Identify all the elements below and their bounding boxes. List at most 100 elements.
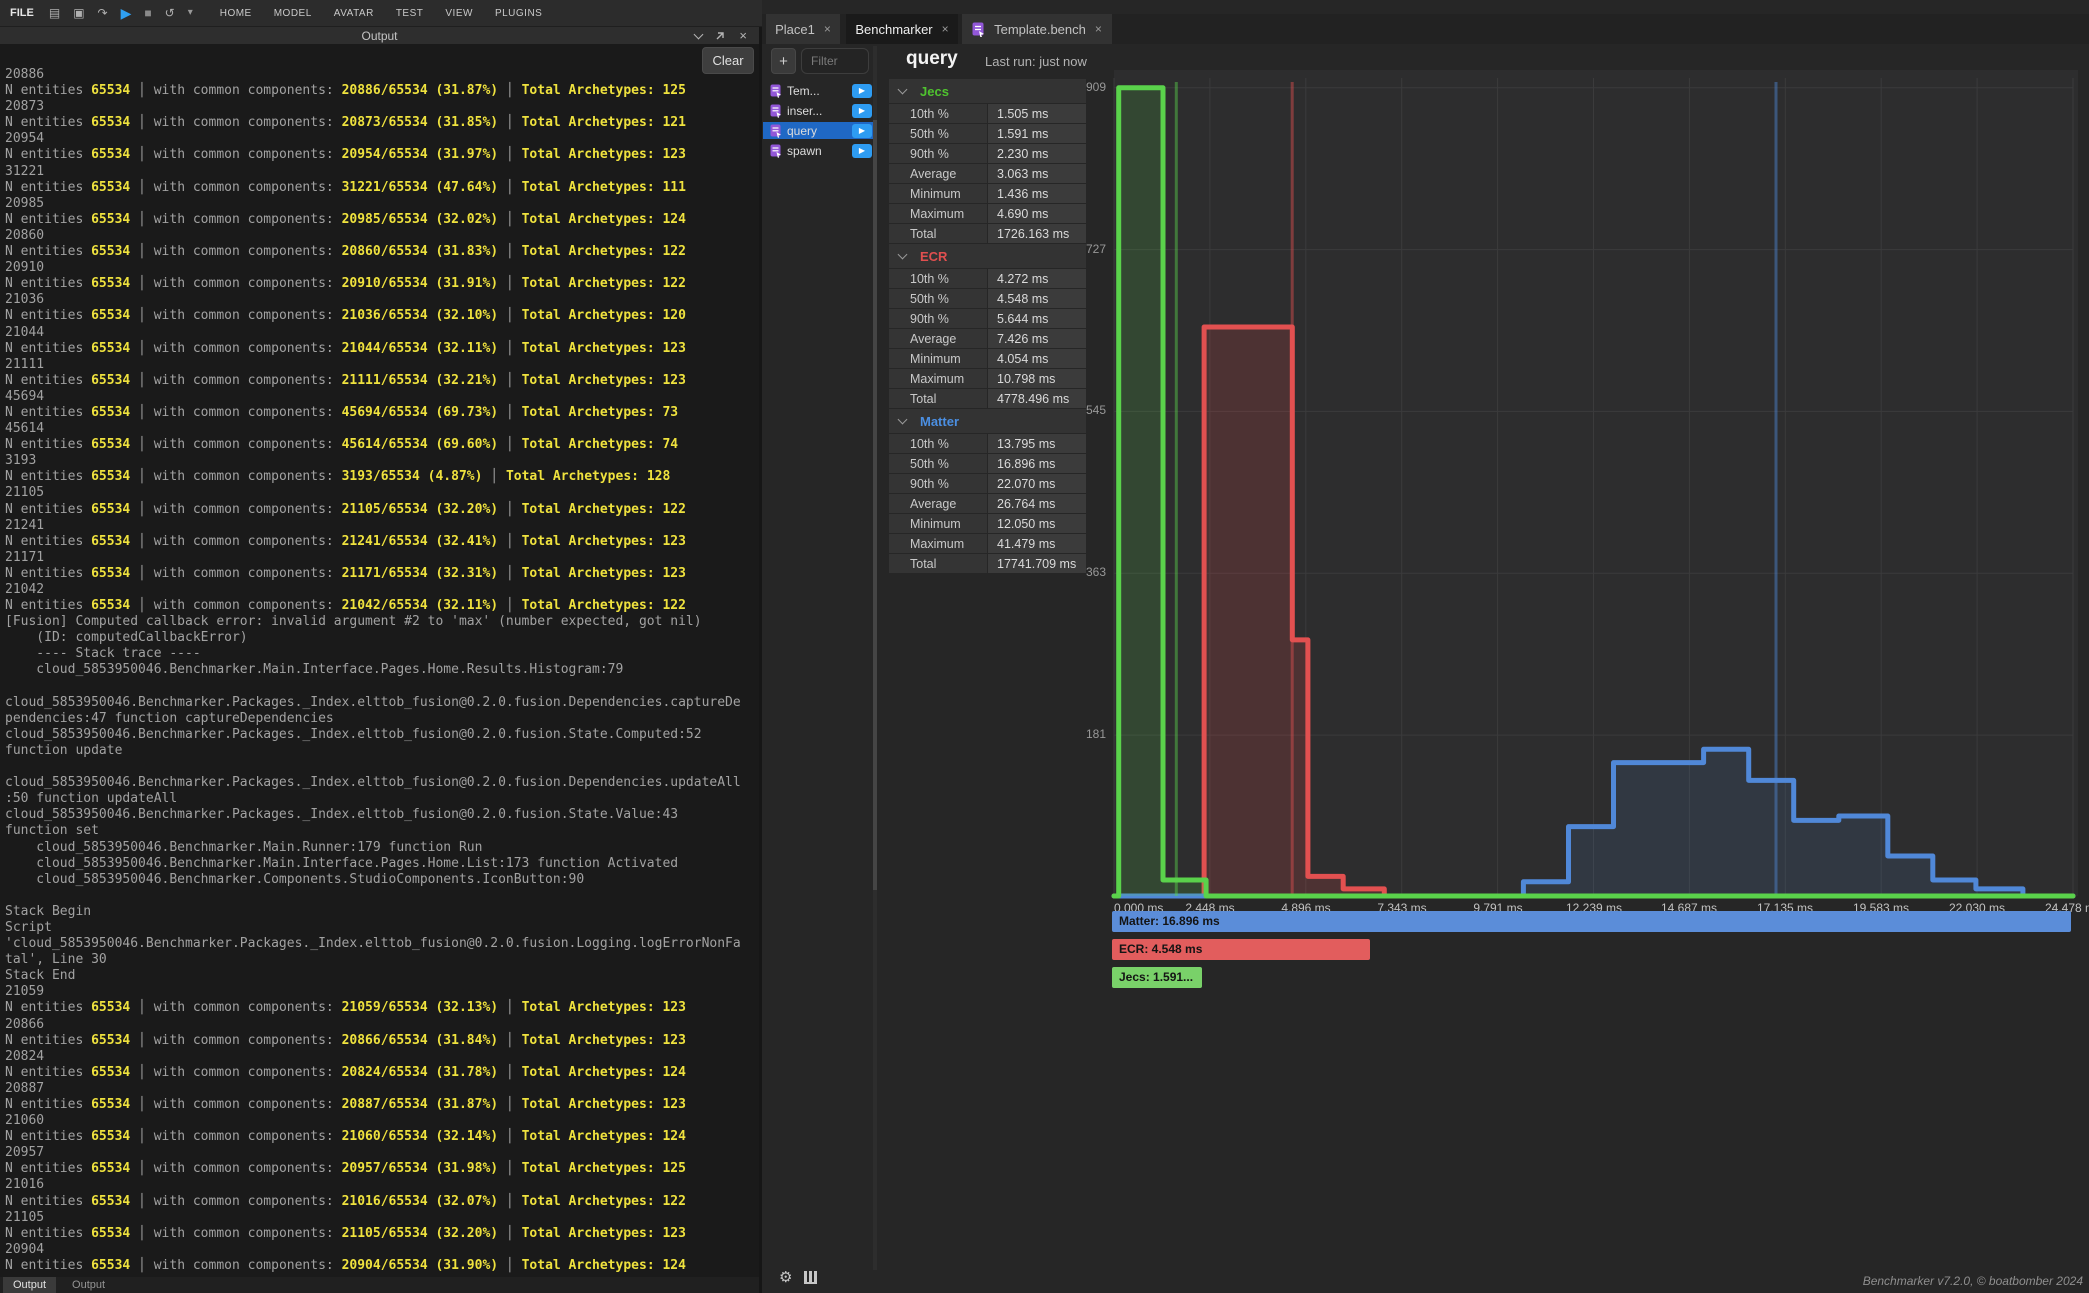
legend-label: Jecs: 1.591... [1112, 967, 1193, 988]
console-line [5, 888, 759, 904]
benchmark-item-query[interactable]: query ▶ [763, 122, 875, 139]
play-icon[interactable]: ▶ [121, 6, 132, 20]
page-title: query [906, 48, 958, 70]
console-line: 21111 [5, 357, 759, 373]
menu-model[interactable]: MODEL [274, 8, 312, 19]
undo-icon[interactable]: ↺ [165, 7, 175, 19]
run-benchmark-button[interactable]: ▶ [852, 104, 872, 118]
add-benchmark-button[interactable]: + [771, 48, 796, 74]
output-titlebar: Output × [0, 27, 759, 44]
dock-tab-output[interactable]: Output [3, 1277, 56, 1293]
console-line: 20957 [5, 1145, 759, 1161]
dock-tab-output[interactable]: Output [62, 1277, 115, 1293]
redo-icon[interactable]: ↷ [98, 7, 108, 19]
tab-close-icon[interactable]: × [942, 22, 949, 36]
tab-label: Benchmarker [855, 22, 932, 37]
benchmark-item-label: query [787, 124, 847, 138]
stats-value: 26.764 ms [988, 494, 1086, 513]
console-line: 21016 [5, 1177, 759, 1193]
console-line: 20866 [5, 1017, 759, 1033]
benchmark-list: Tem...▶inser...▶query▶spawn▶ [763, 82, 875, 162]
stats-row: Maximum41.479 ms [889, 534, 1086, 553]
stats-label: 10th % [889, 269, 987, 288]
tab-place1[interactable]: Place1× [766, 14, 840, 44]
benchmark-item-spawn[interactable]: spawn▶ [763, 142, 875, 159]
script-icon [770, 104, 782, 118]
console[interactable]: 20886N entities 65534 │ with common comp… [0, 44, 759, 1277]
clear-button[interactable]: Clear [702, 47, 754, 74]
stats-section-name: Jecs [920, 84, 949, 99]
console-line: 20887 [5, 1081, 759, 1097]
console-line: 20954 [5, 131, 759, 147]
stats-row: 90th %2.230 ms [889, 144, 1086, 163]
chart-icon[interactable] [804, 1271, 817, 1284]
run-benchmark-button[interactable]: ▶ [852, 144, 872, 158]
console-line: [Fusion] Computed callback error: invali… [5, 614, 759, 630]
panel-splitter[interactable] [759, 27, 762, 1293]
console-line: 21059 [5, 984, 759, 1000]
benchmark-item-Tem[interactable]: Tem...▶ [763, 82, 875, 99]
console-line: Script [5, 920, 759, 936]
tab-close-icon[interactable]: × [1095, 22, 1102, 36]
menu-home[interactable]: HOME [220, 8, 252, 19]
console-line: N entities 65534 │ with common component… [5, 566, 759, 582]
console-line: 20860 [5, 228, 759, 244]
console-line: 'cloud_5853950046.Benchmarker.Packages._… [5, 936, 759, 952]
stats-label: Total [889, 224, 987, 243]
histogram-chart [1114, 70, 2078, 896]
stats-value: 22.070 ms [988, 474, 1086, 493]
clipboard-icon[interactable]: ▤ [49, 7, 60, 19]
stats-row: 10th %13.795 ms [889, 434, 1086, 453]
stats-value: 2.230 ms [988, 144, 1086, 163]
tab-template-bench[interactable]: Template.bench× [962, 14, 1112, 44]
stats-row: Average3.063 ms [889, 164, 1086, 183]
benchmark-item-inser[interactable]: inser...▶ [763, 102, 875, 119]
stats-value: 4.548 ms [988, 289, 1086, 308]
stats-label: Minimum [889, 184, 987, 203]
console-line: N entities 65534 │ with common component… [5, 373, 759, 389]
stats-value: 1726.163 ms [988, 224, 1086, 243]
chevron-down-icon[interactable] [694, 29, 704, 39]
list-scrollbar-thumb[interactable] [873, 120, 877, 890]
console-line: N entities 65534 │ with common component… [5, 1097, 759, 1113]
console-line: 20985 [5, 196, 759, 212]
console-line: N entities 65534 │ with common component… [5, 598, 759, 614]
chevron-down-icon [898, 250, 908, 260]
console-line: 20873 [5, 99, 759, 115]
stats-label: 50th % [889, 124, 987, 143]
y-axis-tick-label: 727 [1040, 242, 1106, 256]
filter-input[interactable] [801, 48, 869, 74]
menu-test[interactable]: TEST [396, 8, 424, 19]
dropdown-icon[interactable]: ▾ [188, 8, 193, 18]
file-menu[interactable]: FILE [10, 7, 34, 19]
gear-icon[interactable]: ⚙ [779, 1270, 792, 1285]
plugin-footer-icons: ⚙ [779, 1270, 817, 1285]
console-line: N entities 65534 │ with common component… [5, 1258, 759, 1274]
run-benchmark-button[interactable]: ▶ [852, 124, 872, 138]
console-line: 21060 [5, 1113, 759, 1129]
console-line: :50 function updateAll [5, 791, 759, 807]
menu-view[interactable]: VIEW [445, 8, 473, 19]
console-line: 21171 [5, 550, 759, 566]
stats-value: 3.063 ms [988, 164, 1086, 183]
stats-row: 10th %1.505 ms [889, 104, 1086, 123]
script-icon [972, 22, 985, 37]
console-line: cloud_5853950046.Benchmarker.Packages._I… [5, 695, 759, 711]
popout-icon[interactable] [715, 30, 726, 41]
run-benchmark-button[interactable]: ▶ [852, 84, 872, 98]
menu-plugins[interactable]: PLUGINS [495, 8, 542, 19]
stats-label: Average [889, 329, 987, 348]
y-axis-tick-label: 181 [1040, 727, 1106, 741]
menu-avatar[interactable]: AVATAR [334, 8, 374, 19]
tab-benchmarker[interactable]: Benchmarker × [846, 14, 958, 44]
copy-icon[interactable]: ▣ [73, 7, 84, 19]
stats-label: 90th % [889, 474, 987, 493]
stop-icon[interactable]: ■ [144, 7, 151, 19]
tab-close-icon[interactable]: × [824, 22, 831, 36]
stats-row: 50th %16.896 ms [889, 454, 1086, 473]
legend-label: ECR: 4.548 ms [1112, 939, 1202, 960]
close-icon[interactable]: × [739, 29, 747, 42]
y-axis-tick-label: 545 [1040, 403, 1106, 417]
console-line: cloud_5853950046.Benchmarker.Components.… [5, 872, 759, 888]
stats-row: Minimum4.054 ms [889, 349, 1086, 368]
